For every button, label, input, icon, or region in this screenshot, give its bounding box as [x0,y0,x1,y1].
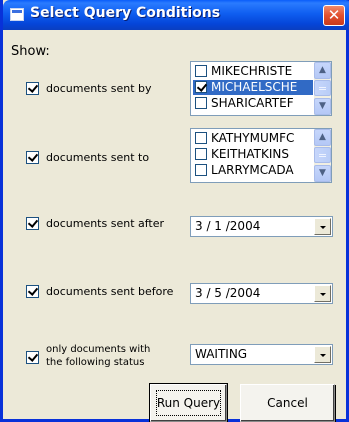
chevron-down-icon[interactable] [314,285,331,302]
list-item-label: LARRYMCADA [211,163,294,177]
sent-to-listbox[interactable]: KATHYMUMFC KEITHATKINS LARRYMCADA ▲ ▼ [190,128,332,183]
chevron-down-icon[interactable]: ▼ [314,165,331,182]
sent-before-checkbox[interactable] [26,285,39,298]
vertical-scrollbar[interactable]: ▲ ▼ [314,129,331,182]
cancel-button[interactable]: Cancel [240,384,335,422]
sent-to-label: documents sent to [46,151,150,164]
list-item-label: SHARICARTEF [211,96,294,110]
list-item-checkbox[interactable] [195,81,207,93]
list-item[interactable]: KATHYMUMFC [193,131,313,146]
status-checkbox[interactable] [26,351,39,364]
sent-to-checkbox[interactable] [26,151,39,164]
show-label: Show: [11,44,50,59]
cancel-label: Cancel [267,396,308,410]
list-item-label: KEITHATKINS [211,147,289,161]
sent-after-date-value: 3 / 1 /2004 [195,219,261,233]
list-item[interactable]: KEITHATKINS [193,147,313,162]
chevron-down-icon[interactable]: ▼ [314,98,331,115]
sent-before-date-picker[interactable]: 3 / 5 /2004 [190,283,333,304]
list-item-label: MICHAELSCHE [211,80,298,94]
list-item-label: MIKECHRISTE [211,64,293,78]
status-label-line1: only documents with [46,344,151,355]
list-item[interactable]: LARRYMCADA [193,163,313,178]
focus-ring [156,390,221,416]
chevron-down-icon[interactable] [314,346,331,363]
list-item-checkbox[interactable] [195,132,207,144]
sent-by-label: documents sent by [46,82,152,95]
window-title: Select Query Conditions [30,5,221,21]
sent-after-label: documents sent after [46,217,165,230]
list-item-checkbox[interactable] [195,164,207,176]
status-label-line2: the following status [46,357,145,368]
sent-by-listbox[interactable]: MIKECHRISTE MICHAELSCHE SHARICARTEF ▲ ▼ [190,61,332,116]
dialog-window: Select Query Conditions ✕ Show: document… [0,0,349,422]
sent-before-label: documents sent before [46,285,174,298]
chevron-up-icon[interactable]: ▲ [314,129,331,146]
list-item-checkbox[interactable] [195,148,207,160]
list-item[interactable]: SHARICARTEF [193,96,313,111]
list-item-checkbox[interactable] [195,65,207,77]
sent-after-date-picker[interactable]: 3 / 1 /2004 [190,216,333,237]
close-icon: ✕ [327,6,341,24]
title-bar[interactable]: Select Query Conditions ✕ [3,0,349,30]
sent-before-date-value: 3 / 5 /2004 [195,286,261,300]
close-button[interactable]: ✕ [323,5,345,26]
list-item[interactable]: MICHAELSCHE [193,80,313,95]
window-icon [10,8,24,21]
sent-by-checkbox[interactable] [26,82,39,95]
chevron-up-icon[interactable]: ▲ [314,62,331,79]
vertical-scrollbar[interactable]: ▲ ▼ [314,62,331,115]
scrollbar-thumb[interactable] [314,80,331,96]
scrollbar-thumb[interactable] [314,147,331,163]
list-item-checkbox[interactable] [195,97,207,109]
list-item[interactable]: MIKECHRISTE [193,64,313,79]
status-select-value: WAITING [195,347,248,361]
list-item-label: KATHYMUMFC [211,131,295,145]
sent-after-checkbox[interactable] [26,217,39,230]
run-query-button[interactable]: Run Query [150,384,227,422]
status-select[interactable]: WAITING [190,344,333,365]
chevron-down-icon[interactable] [314,218,331,235]
